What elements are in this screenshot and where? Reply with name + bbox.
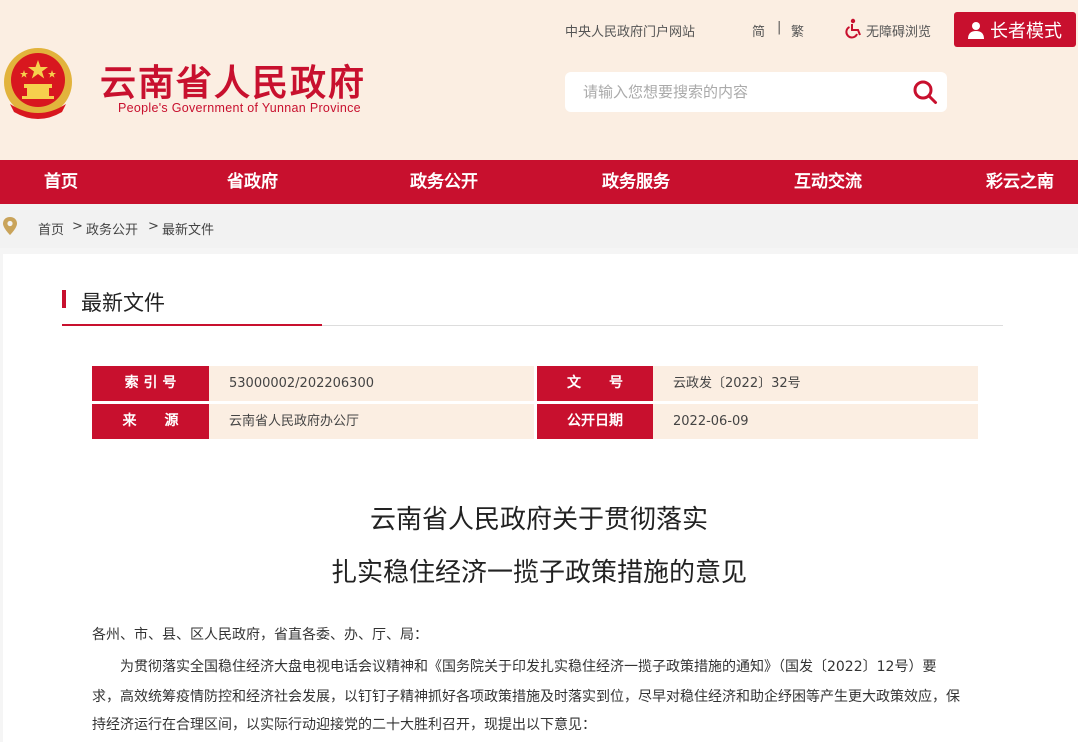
section-marker — [62, 290, 66, 308]
site-title[interactable]: 云南省人民政府 — [100, 54, 366, 106]
publish-date-label: 公开日期 — [537, 404, 653, 439]
traditional-chinese-link[interactable]: 繁 — [791, 21, 804, 40]
search-input[interactable] — [565, 72, 895, 112]
source-label: 来 源 — [92, 404, 209, 439]
index-number-label: 索 引 号 — [92, 366, 209, 401]
document-number-value: 云政发〔2022〕32号 — [653, 366, 978, 401]
source-value: 云南省人民政府办公厅 — [209, 404, 534, 439]
central-portal-link[interactable]: 中央人民政府门户网站 — [565, 21, 695, 40]
nav-government-services[interactable]: 政务服务 — [602, 160, 670, 204]
elder-mode-label: 长者模式 — [990, 20, 1062, 42]
nav-home[interactable]: 首页 — [44, 160, 78, 204]
simplified-chinese-link[interactable]: 简 — [752, 21, 765, 40]
breadcrumb-home[interactable]: 首页 — [38, 219, 64, 238]
breadcrumb-separator: > — [148, 219, 159, 234]
document-body-line: 求，高效统筹疫情防控和经济社会发展，以钉钉子精神抓好各项政策措施及时落实到位，尽… — [92, 689, 960, 705]
breadcrumb-government-affairs[interactable]: 政务公开 — [86, 219, 138, 238]
search-icon[interactable] — [912, 79, 938, 105]
document-salutation: 各州、市、县、区人民政府，省直各委、办、厅、局： — [92, 627, 428, 643]
nav-interaction[interactable]: 互动交流 — [794, 160, 862, 204]
elder-user-icon — [968, 21, 984, 39]
main-nav: 首页 省政府 政务公开 政务服务 互动交流 彩云之南 — [0, 160, 1078, 204]
section-divider-accent — [62, 324, 322, 326]
index-number-value: 53000002/202206300 — [209, 366, 534, 401]
nav-government-affairs[interactable]: 政务公开 — [410, 160, 478, 204]
national-emblem-icon — [4, 48, 72, 119]
nav-provincial-government[interactable]: 省政府 — [227, 160, 278, 204]
breadcrumb-separator: > — [72, 219, 83, 234]
section-title: 最新文件 — [81, 291, 165, 315]
document-number-label: 文 号 — [537, 366, 653, 401]
language-separator: | — [777, 20, 782, 35]
document-body-line: 为贯彻落实全国稳住经济大盘电视电话会议精神和《国务院关于印发扎实稳住经济一揽子政… — [120, 659, 937, 675]
breadcrumb-latest-documents[interactable]: 最新文件 — [162, 219, 214, 238]
document-title-line-2: 扎实稳住经济一揽子政策措施的意见 — [330, 558, 747, 588]
document-title-line-1: 云南省人民政府关于贯彻落实 — [369, 505, 708, 535]
location-pin-icon — [3, 217, 17, 235]
accessibility-link[interactable]: 无障碍浏览 — [866, 21, 931, 40]
site-subtitle: People's Government of Yunnan Province — [118, 101, 361, 115]
nav-colorful-yunnan[interactable]: 彩云之南 — [986, 160, 1054, 204]
elder-mode-button[interactable]: 长者模式 — [954, 12, 1076, 47]
wheelchair-icon[interactable] — [843, 17, 865, 39]
search-box — [565, 72, 947, 112]
document-body-line: 持经济运行在合理区间，以实际行动迎接党的二十大胜利召开，现提出以下意见： — [92, 717, 596, 733]
publish-date-value: 2022-06-09 — [653, 404, 978, 439]
